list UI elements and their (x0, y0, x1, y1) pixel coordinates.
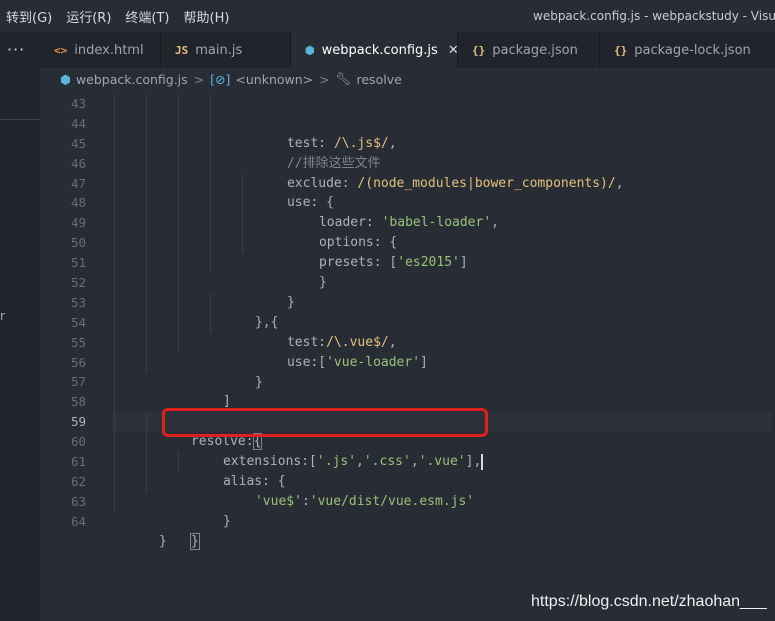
line-number: 61 (70, 454, 86, 470)
tab-label: main.js (195, 42, 243, 58)
sidebar-divider (0, 119, 40, 120)
sidebar-clipped-text: r (0, 309, 5, 323)
menu-go[interactable]: 转到(G) (0, 7, 60, 26)
line-number: 46 (70, 155, 86, 171)
editor-tab-bar: <> index.html JS main.js ⬢ webpack.confi… (40, 32, 775, 68)
line-number-gutter: 43 44 45 46 47 48 49 50 51 52 53 54 55 5… (40, 94, 86, 532)
json-file-icon: {} (614, 43, 628, 57)
line-number: 54 (70, 314, 86, 330)
line-number: 47 (70, 175, 86, 191)
json-file-icon: {} (472, 43, 486, 57)
code-line: use: { (112, 153, 772, 210)
code-lines[interactable]: test: /\.js$/, //排除这些文件 exclude: /(node_… (112, 94, 772, 550)
tab-label: package.json (492, 42, 578, 58)
code-line: }, (112, 372, 772, 429)
line-number: 58 (70, 394, 86, 410)
tab-label: package-lock.json (634, 42, 751, 58)
breadcrumb-separator: > (193, 71, 205, 87)
line-number: 48 (70, 195, 86, 211)
breadcrumb-file[interactable]: webpack.config.js (76, 72, 188, 87)
more-actions-icon[interactable]: ··· (7, 40, 25, 59)
webpack-file-icon: ⬢ (60, 71, 71, 87)
line-number: 50 (70, 235, 86, 251)
line-number: 60 (70, 434, 86, 450)
line-number: 45 (70, 135, 86, 151)
tab-index-html[interactable]: <> index.html (40, 32, 161, 68)
tab-label: webpack.config.js (321, 42, 438, 58)
code-line: alias: { (112, 432, 772, 489)
breadcrumb-symbol[interactable]: resolve (357, 72, 402, 87)
tab-main-js[interactable]: JS main.js (161, 32, 291, 68)
wrench-icon: 🔧︎ (335, 71, 352, 86)
code-line: } (112, 471, 772, 529)
line-number: 49 (70, 215, 86, 231)
code-line: resolve:{ (112, 392, 772, 451)
code-line: },{ (112, 273, 772, 330)
code-line: } (112, 233, 772, 290)
matched-bracket: } (189, 532, 200, 550)
breadcrumb-scope[interactable]: <unknown> (235, 72, 313, 87)
line-number: 62 (70, 473, 86, 489)
menu-run[interactable]: 运行(R) (60, 7, 119, 26)
code-line: loader: 'babel-loader', (112, 173, 772, 230)
tab-webpack-config-js[interactable]: ⬢ webpack.config.js ✕ (291, 32, 459, 68)
menu-help[interactable]: 帮助(H) (178, 7, 238, 26)
tab-package-json[interactable]: {} package.json (458, 32, 600, 68)
line-number: 44 (70, 115, 86, 131)
watermark-url: https://blog.csdn.net/zhaohan___ (531, 593, 767, 610)
sidebar-edge: ··· r (0, 32, 40, 621)
line-number: 55 (70, 334, 86, 350)
code-line: } (112, 332, 772, 390)
line-number-current: 59 (70, 414, 86, 430)
menu-terminal[interactable]: 终端(T) (119, 7, 177, 26)
line-number: 43 (70, 96, 86, 111)
html-file-icon: <> (54, 43, 68, 57)
code-line: use:['vue-loader'] (112, 312, 772, 370)
breadcrumb: ⬢ webpack.config.js > [⊘] <unknown> > 🔧︎… (40, 68, 775, 90)
code-line: //排除这些文件 (112, 113, 772, 171)
code-line: presets: ['es2015'] (112, 213, 772, 270)
code-line: } (112, 512, 772, 549)
code-line: exclude: /(node_modules|bower_components… (112, 133, 772, 191)
code-line: ] (112, 352, 772, 409)
window-title: webpack.config.js - webpackstudy - Visua… (533, 9, 775, 23)
code-line-current: extensions:['.js','.css','.vue'], (112, 412, 772, 470)
code-line: options: { (112, 193, 772, 250)
tab-label: index.html (74, 42, 144, 58)
namespace-icon: [⊘] (210, 71, 231, 87)
webpack-file-icon: ⬢ (305, 43, 315, 57)
line-number: 63 (70, 493, 86, 509)
line-number: 51 (70, 255, 86, 271)
breadcrumb-separator: > (319, 71, 330, 87)
line-number: 64 (70, 513, 86, 529)
line-number: 57 (70, 374, 86, 390)
line-number: 56 (70, 354, 86, 370)
code-line: } (112, 491, 772, 550)
code-line: } (112, 253, 772, 310)
code-token: } (158, 533, 167, 549)
code-line: 'vue$':'vue/dist/vue.esm.js' (112, 452, 772, 509)
code-line: test: /\.js$/, (112, 94, 772, 151)
line-number: 52 (70, 275, 86, 291)
tab-package-lock-json[interactable]: {} package-lock.json (600, 32, 775, 68)
code-line: test:/\.vue$/, (112, 292, 772, 350)
js-file-icon: JS (175, 43, 189, 57)
code-editor[interactable]: 43 44 45 46 47 48 49 50 51 52 53 54 55 5… (40, 90, 775, 621)
line-number: 53 (70, 294, 86, 310)
